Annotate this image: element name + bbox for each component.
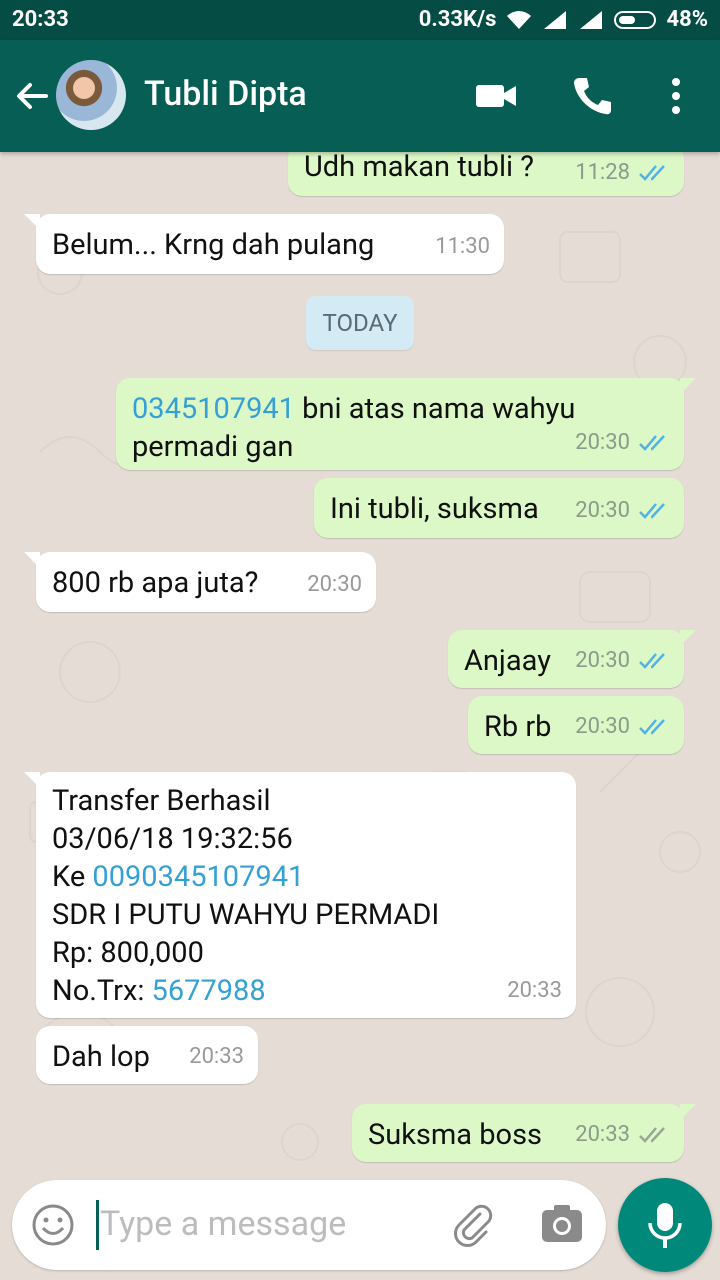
chat-area[interactable]: Udh makan tubli ? 11:28 Belum... Krng da… xyxy=(0,152,720,1172)
net-speed: 0.33K/s xyxy=(418,7,497,32)
message-meta: 20:30 xyxy=(575,424,670,462)
read-ticks-icon xyxy=(639,719,665,735)
message-bubble-incoming[interactable]: Transfer Berhasil 03/06/18 19:32:56 Ke 0… xyxy=(24,772,576,1018)
message-text: 0345107941 bni atas nama wahyu xyxy=(132,392,576,426)
voice-record-button[interactable] xyxy=(618,1178,712,1272)
delivered-ticks-icon xyxy=(639,1127,665,1143)
message-time: 20:33 xyxy=(189,1044,244,1069)
emoji-icon[interactable] xyxy=(30,1202,76,1248)
account-number-link[interactable]: 0090345107941 xyxy=(92,860,304,894)
message-composer: Type a message xyxy=(12,1180,606,1270)
message-time: 20:30 xyxy=(575,430,630,455)
trx-number-link[interactable]: 5677988 xyxy=(152,974,266,1008)
message-bubble-outgoing[interactable]: 0345107941 bni atas nama wahyu permadi g… xyxy=(116,378,696,470)
message-time: 20:33 xyxy=(507,978,562,1003)
message-bubble-incoming[interactable]: Belum... Krng dah pulang 11:30 xyxy=(24,214,504,274)
message-time: 20:33 xyxy=(575,1122,630,1147)
text-cursor xyxy=(96,1200,99,1250)
contact-avatar[interactable] xyxy=(56,60,126,130)
message-meta: 11:28 xyxy=(575,154,670,192)
message-time: 20:30 xyxy=(575,498,630,523)
message-time: 20:30 xyxy=(575,648,630,673)
message-text: Belum... Krng dah pulang xyxy=(52,228,375,262)
message-time: 20:30 xyxy=(575,714,630,739)
message-meta: 20:30 xyxy=(575,492,670,530)
message-time: 20:30 xyxy=(307,572,362,597)
transfer-line-6: No.Trx: 5677988 xyxy=(52,974,266,1008)
message-text: Ini tubli, suksma xyxy=(330,492,539,526)
read-ticks-icon xyxy=(639,435,665,451)
date-divider: TODAY xyxy=(306,296,414,350)
signal-icon xyxy=(544,10,567,29)
message-text: Anjaay xyxy=(464,644,551,678)
message-text: Udh makan tubli ? xyxy=(304,152,534,184)
more-options-icon[interactable] xyxy=(654,74,698,118)
message-bubble-incoming[interactable]: 800 rb apa juta? 20:30 xyxy=(24,552,376,612)
video-call-icon[interactable] xyxy=(474,74,518,118)
message-meta: 20:33 xyxy=(507,972,562,1010)
message-text-line2: permadi gan xyxy=(132,430,294,464)
message-bubble-outgoing[interactable]: Suksma boss 20:33 xyxy=(352,1104,696,1162)
status-indicators: 0.33K/s 48% xyxy=(419,7,708,32)
message-bubble-incoming[interactable]: Dah lop 20:33 xyxy=(36,1026,258,1084)
message-meta: 20:30 xyxy=(575,642,670,680)
transfer-line-1: Transfer Berhasil xyxy=(52,784,271,818)
message-meta: 20:33 xyxy=(575,1116,670,1154)
message-text: 800 rb apa juta? xyxy=(52,566,259,600)
microphone-icon xyxy=(648,1203,682,1248)
message-time: 11:28 xyxy=(575,160,630,185)
transfer-line-5: Rp: 800,000 xyxy=(52,936,204,970)
wifi-icon xyxy=(507,10,532,29)
message-bubble-outgoing[interactable]: Anjaay 20:30 xyxy=(448,630,696,688)
message-bubble-outgoing[interactable]: Rb rb 20:30 xyxy=(468,696,684,754)
status-time: 20:33 xyxy=(12,7,69,32)
contact-name[interactable]: Tubli Dipta xyxy=(144,74,307,114)
message-text: Rb rb xyxy=(484,710,552,744)
camera-icon[interactable] xyxy=(538,1200,586,1248)
message-text: Dah lop xyxy=(52,1040,150,1074)
message-text: Suksma boss xyxy=(368,1118,543,1152)
battery-icon xyxy=(614,10,657,29)
transfer-line-2: 03/06/18 19:32:56 xyxy=(52,822,293,856)
read-ticks-icon xyxy=(639,503,665,519)
attachment-icon[interactable] xyxy=(450,1202,496,1248)
message-meta: 20:30 xyxy=(575,708,670,746)
read-ticks-icon xyxy=(639,165,665,181)
transfer-line-3: Ke 0090345107941 xyxy=(52,860,305,894)
message-meta: 20:33 xyxy=(189,1038,244,1076)
status-bar: 20:33 0.33K/s 48% xyxy=(0,0,720,40)
signal-icon-2 xyxy=(580,10,603,29)
message-meta: 20:30 xyxy=(307,566,362,604)
transfer-line-4: SDR I PUTU WAHYU PERMADI xyxy=(52,898,440,932)
back-arrow-icon[interactable] xyxy=(12,76,52,116)
message-time: 11:30 xyxy=(435,234,490,259)
message-meta: 11:30 xyxy=(435,228,490,266)
battery-percent: 48% xyxy=(666,7,708,32)
message-bubble-outgoing[interactable]: Udh makan tubli ? 11:28 xyxy=(288,152,684,196)
message-bubble-outgoing[interactable]: Ini tubli, suksma 20:30 xyxy=(314,478,684,538)
read-ticks-icon xyxy=(639,653,665,669)
message-input[interactable]: Type a message xyxy=(100,1204,346,1244)
chat-header: Tubli Dipta xyxy=(0,40,720,152)
phone-number-link[interactable]: 0345107941 xyxy=(132,392,295,426)
phone-call-icon[interactable] xyxy=(570,74,614,118)
